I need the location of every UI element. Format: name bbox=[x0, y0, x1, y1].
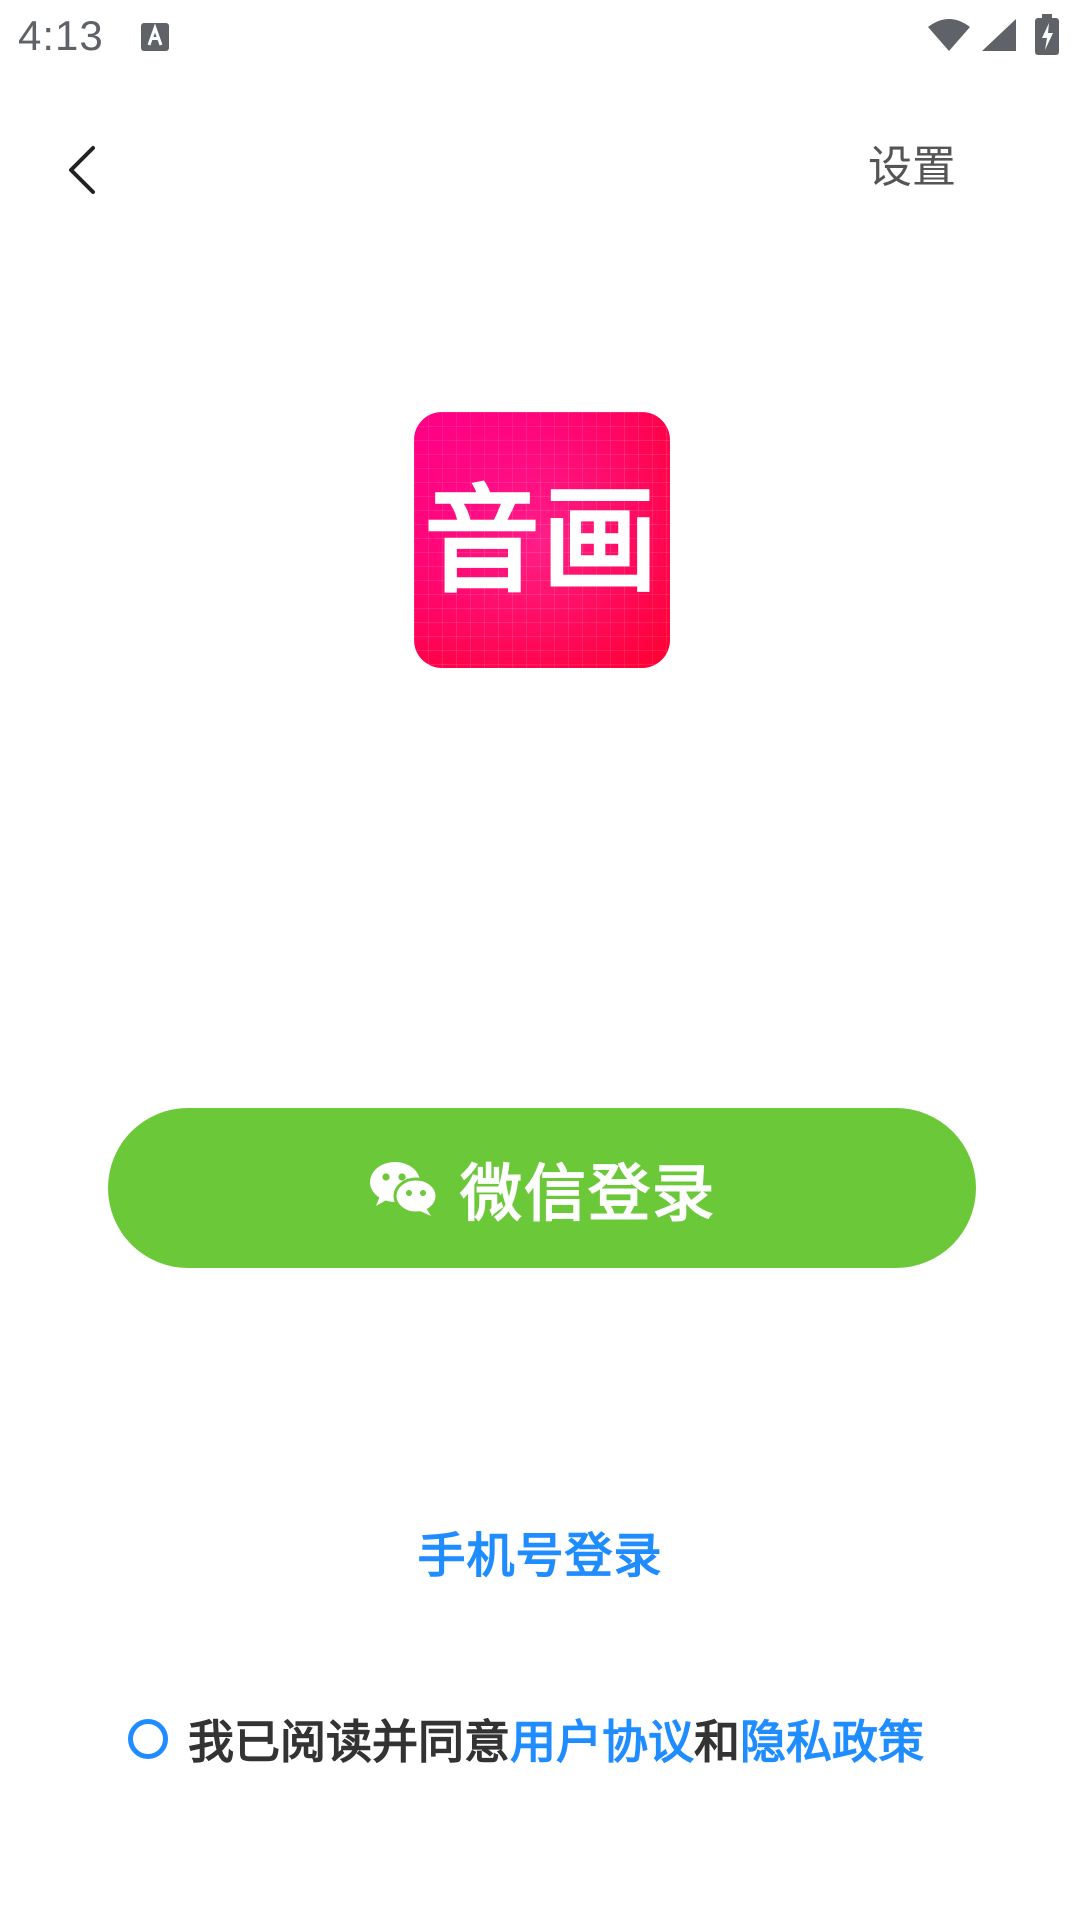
back-button[interactable] bbox=[56, 140, 108, 200]
agree-checkbox[interactable] bbox=[128, 1719, 168, 1759]
wechat-login-label: 微信登录 bbox=[459, 1157, 716, 1230]
wechat-login-button[interactable]: 微信登录 bbox=[108, 1108, 976, 1268]
status-icons bbox=[926, 14, 1060, 56]
agreement-row: 我已阅读并同意 用户协议 和 隐私政策 bbox=[128, 1706, 924, 1772]
signal-icon bbox=[982, 19, 1016, 51]
login-screen: 4:13 设置 音画 微信登录 手机号登录 我已阅读并同意 用户协议 和 隐私政… bbox=[0, 0, 1080, 1920]
privacy-policy-link[interactable]: 隐私政策 bbox=[740, 1706, 924, 1772]
wechat-icon bbox=[369, 1162, 438, 1216]
status-time: 4:13 bbox=[18, 12, 104, 59]
app-logo: 音画 bbox=[414, 412, 670, 668]
settings-link[interactable]: 设置 bbox=[868, 140, 956, 196]
agreement-conjunction: 和 bbox=[694, 1715, 740, 1769]
logo-text: 音画 bbox=[424, 474, 660, 609]
status-bar: 4:13 bbox=[0, 0, 1080, 76]
chevron-left-icon bbox=[69, 146, 95, 194]
user-agreement-link[interactable]: 用户协议 bbox=[510, 1706, 694, 1772]
phone-login-link[interactable]: 手机号登录 bbox=[0, 1516, 1080, 1586]
wifi-icon bbox=[928, 19, 970, 51]
battery-charging-icon bbox=[1035, 14, 1059, 55]
agreement-prefix: 我已阅读并同意 bbox=[188, 1715, 510, 1769]
a-notification-icon bbox=[141, 23, 169, 51]
